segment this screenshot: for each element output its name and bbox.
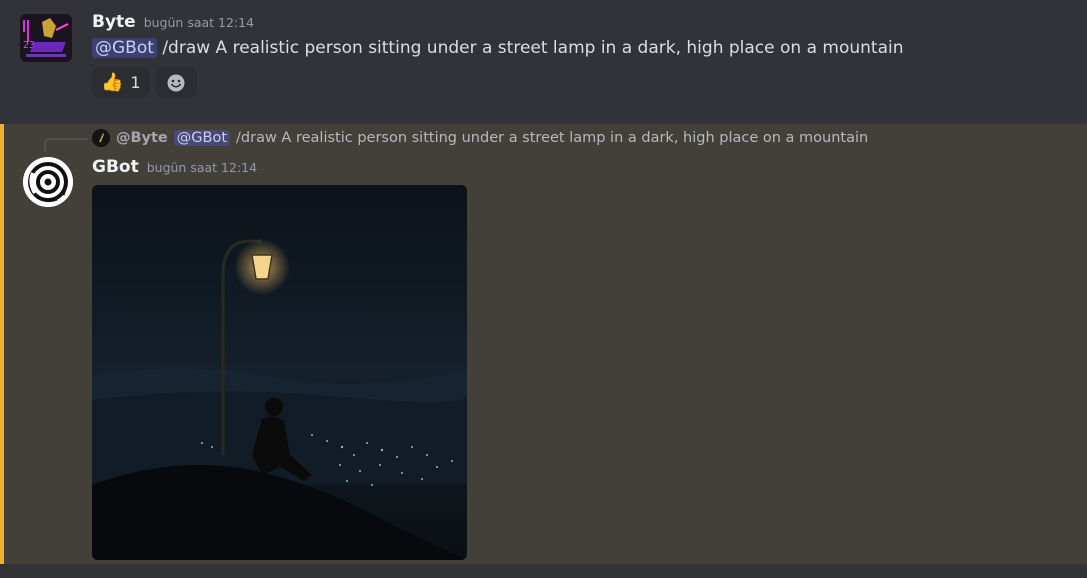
reply-spine [44, 138, 88, 152]
reply-author[interactable]: @Byte [116, 130, 168, 146]
chat-view: 23 Byte bugün saat 12:14 @GBot /draw A r… [0, 0, 1087, 578]
user-mention[interactable]: @GBot [92, 38, 157, 58]
add-reaction-button[interactable] [155, 67, 197, 98]
reaction-thumbs-up[interactable]: 👍 1 [92, 67, 150, 98]
message-header: Byte bugün saat 12:14 [92, 12, 254, 32]
author-name[interactable]: Byte [92, 12, 136, 32]
timestamp: bugün saat 12:14 [146, 160, 258, 175]
message-text: /draw A realistic person sitting under a… [162, 38, 904, 58]
reply-preview[interactable]: @Byte @GBot /draw A realistic person sit… [92, 129, 868, 147]
gbot-avatar-icon[interactable] [23, 157, 73, 207]
byte-avatar-icon[interactable]: 23 [16, 12, 76, 64]
message-header: GBot bugün saat 12:14 [92, 157, 257, 177]
thumbs-up-icon: 👍 [101, 72, 124, 93]
timestamp: bugün saat 12:14 [143, 15, 255, 30]
reply-mention[interactable]: @GBot [173, 130, 231, 146]
reactions-bar: 👍 1 [92, 67, 197, 98]
reply-avatar-icon [92, 129, 110, 147]
add-reaction-icon [167, 74, 185, 91]
message-list-bottom [0, 564, 1087, 578]
message-byte[interactable]: 23 Byte bugün saat 12:14 @GBot /draw A r… [0, 0, 1087, 124]
image-attachment[interactable] [92, 185, 467, 560]
message-gbot[interactable]: @Byte @GBot /draw A realistic person sit… [0, 124, 1087, 564]
message-content: @GBot /draw A realistic person sitting u… [92, 38, 904, 58]
reaction-count: 1 [130, 73, 141, 92]
generated-image [92, 185, 467, 560]
reply-text: /draw A realistic person sitting under a… [236, 130, 869, 146]
author-name[interactable]: GBot [92, 157, 139, 177]
